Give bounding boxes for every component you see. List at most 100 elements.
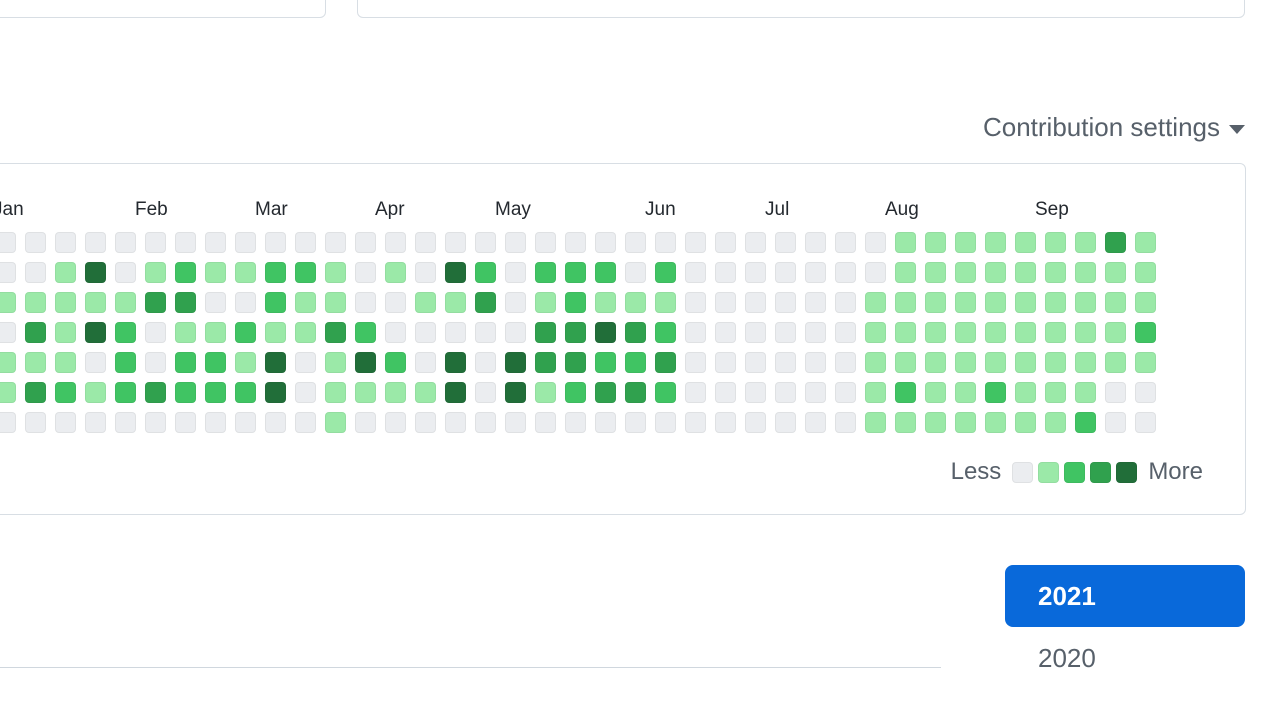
contribution-day-cell[interactable] [325,262,346,283]
contribution-day-cell[interactable] [265,412,286,433]
contribution-day-cell[interactable] [895,412,916,433]
contribution-day-cell[interactable] [1045,292,1066,313]
contribution-day-cell[interactable] [565,382,586,403]
contribution-day-cell[interactable] [145,412,166,433]
contribution-day-cell[interactable] [265,262,286,283]
contribution-day-cell[interactable] [355,262,376,283]
contribution-day-cell[interactable] [535,412,556,433]
contribution-settings-button[interactable]: Contribution settings [983,111,1245,143]
contribution-day-cell[interactable] [445,352,466,373]
contribution-day-cell[interactable] [655,232,676,253]
contribution-day-cell[interactable] [265,322,286,343]
contribution-day-cell[interactable] [625,382,646,403]
contribution-day-cell[interactable] [865,352,886,373]
contribution-day-cell[interactable] [445,232,466,253]
contribution-day-cell[interactable] [175,232,196,253]
contribution-day-cell[interactable] [175,382,196,403]
contribution-day-cell[interactable] [1075,232,1096,253]
contribution-day-cell[interactable] [895,292,916,313]
contribution-day-cell[interactable] [715,322,736,343]
contribution-day-cell[interactable] [235,352,256,373]
contribution-day-cell[interactable] [55,232,76,253]
contribution-day-cell[interactable] [0,382,16,403]
contribution-day-cell[interactable] [865,262,886,283]
contribution-day-cell[interactable] [805,232,826,253]
contribution-day-cell[interactable] [655,382,676,403]
contribution-day-cell[interactable] [1075,412,1096,433]
contribution-day-cell[interactable] [235,292,256,313]
contribution-day-cell[interactable] [685,232,706,253]
contribution-day-cell[interactable] [805,292,826,313]
contribution-day-cell[interactable] [1105,232,1126,253]
contribution-day-cell[interactable] [925,292,946,313]
contribution-day-cell[interactable] [1105,412,1126,433]
contribution-day-cell[interactable] [625,322,646,343]
contribution-day-cell[interactable] [805,412,826,433]
contribution-day-cell[interactable] [445,382,466,403]
contribution-day-cell[interactable] [25,322,46,343]
contribution-day-cell[interactable] [835,382,856,403]
contribution-day-cell[interactable] [415,382,436,403]
contribution-day-cell[interactable] [835,412,856,433]
contribution-day-cell[interactable] [685,382,706,403]
contribution-day-cell[interactable] [325,322,346,343]
contribution-day-cell[interactable] [295,322,316,343]
contribution-day-cell[interactable] [1015,262,1036,283]
contribution-day-cell[interactable] [415,262,436,283]
contribution-day-cell[interactable] [865,232,886,253]
contribution-day-cell[interactable] [235,262,256,283]
contribution-day-cell[interactable] [1015,382,1036,403]
contribution-day-cell[interactable] [685,352,706,373]
contribution-day-cell[interactable] [955,382,976,403]
contribution-day-cell[interactable] [655,292,676,313]
contribution-day-cell[interactable] [325,382,346,403]
contribution-day-cell[interactable] [595,382,616,403]
contribution-day-cell[interactable] [85,352,106,373]
contribution-day-cell[interactable] [535,322,556,343]
contribution-day-cell[interactable] [865,322,886,343]
contribution-day-cell[interactable] [775,322,796,343]
contribution-day-cell[interactable] [595,232,616,253]
contribution-day-cell[interactable] [1075,382,1096,403]
contribution-day-cell[interactable] [955,232,976,253]
contribution-day-cell[interactable] [385,232,406,253]
contribution-day-cell[interactable] [595,292,616,313]
contribution-day-cell[interactable] [505,262,526,283]
contribution-day-cell[interactable] [775,262,796,283]
contribution-day-cell[interactable] [1075,292,1096,313]
contribution-day-cell[interactable] [1135,412,1156,433]
contribution-day-cell[interactable] [25,382,46,403]
contribution-day-cell[interactable] [505,322,526,343]
contribution-day-cell[interactable] [655,412,676,433]
contribution-day-cell[interactable] [715,412,736,433]
contribution-day-cell[interactable] [925,262,946,283]
contribution-day-cell[interactable] [985,292,1006,313]
contribution-day-cell[interactable] [205,292,226,313]
contribution-day-cell[interactable] [1015,292,1036,313]
contribution-day-cell[interactable] [475,262,496,283]
contribution-day-cell[interactable] [355,232,376,253]
contribution-day-cell[interactable] [745,352,766,373]
contribution-day-cell[interactable] [145,382,166,403]
contribution-day-cell[interactable] [715,352,736,373]
contribution-day-cell[interactable] [385,322,406,343]
contribution-day-cell[interactable] [235,322,256,343]
contribution-day-cell[interactable] [595,322,616,343]
contribution-day-cell[interactable] [985,352,1006,373]
contribution-day-cell[interactable] [355,322,376,343]
contribution-day-cell[interactable] [925,352,946,373]
contribution-day-cell[interactable] [55,352,76,373]
contribution-day-cell[interactable] [355,412,376,433]
contribution-day-cell[interactable] [1105,292,1126,313]
contribution-day-cell[interactable] [415,352,436,373]
contribution-day-cell[interactable] [655,352,676,373]
contribution-day-cell[interactable] [1045,382,1066,403]
contribution-day-cell[interactable] [865,292,886,313]
contribution-day-cell[interactable] [25,352,46,373]
contribution-day-cell[interactable] [715,232,736,253]
contribution-day-cell[interactable] [325,232,346,253]
contribution-day-cell[interactable] [205,352,226,373]
contribution-day-cell[interactable] [445,262,466,283]
contribution-day-cell[interactable] [1105,382,1126,403]
contribution-day-cell[interactable] [475,322,496,343]
